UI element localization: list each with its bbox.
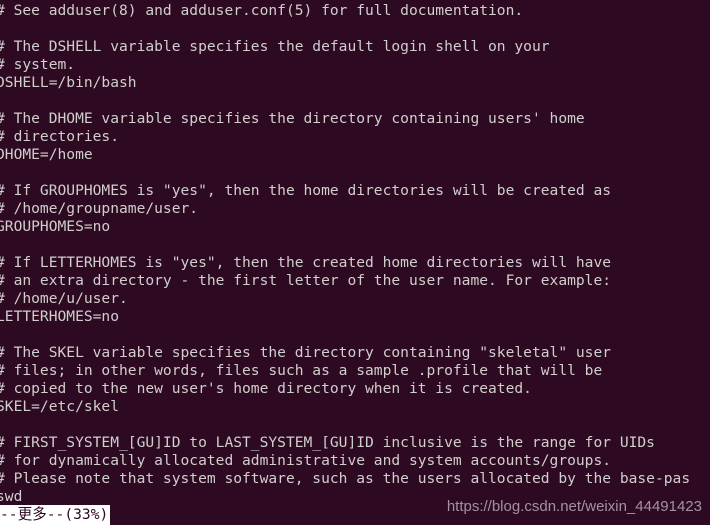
terminal-line: # The DSHELL variable specifies the defa… (0, 38, 550, 55)
terminal-line: # If LETTERHOMES is "yes", then the crea… (0, 254, 612, 271)
terminal-line: GROUPHOMES=no (0, 218, 111, 235)
terminal-line: # directories. (0, 128, 120, 145)
terminal-line: # The SKEL variable specifies the direct… (0, 344, 612, 361)
terminal-line: DSHELL=/bin/bash (0, 74, 137, 91)
terminal-line: # an extra directory - the first letter … (0, 272, 612, 289)
terminal-line: SKEL=/etc/skel (0, 398, 120, 415)
terminal-output: # See adduser(8) and adduser.conf(5) for… (0, 2, 710, 506)
terminal-line: # /home/groupname/user. (0, 200, 199, 217)
terminal-line: DHOME=/home (0, 146, 93, 163)
terminal-line: # files; in other words, files such as a… (0, 362, 603, 379)
terminal-window[interactable]: # See adduser(8) and adduser.conf(5) for… (0, 0, 710, 525)
terminal-line: # The DHOME variable specifies the direc… (0, 110, 585, 127)
terminal-line: # Please note that system software, such… (0, 470, 691, 487)
terminal-line: # See adduser(8) and adduser.conf(5) for… (0, 2, 524, 19)
terminal-line: LETTERHOMES=no (0, 308, 120, 325)
terminal-line: # system. (0, 56, 76, 73)
pager-status-bar[interactable]: --更多--(33%) (0, 505, 111, 525)
terminal-line: swd (0, 488, 23, 505)
terminal-line: # FIRST_SYSTEM_[GU]ID to LAST_SYSTEM_[GU… (0, 434, 655, 451)
terminal-line: # /home/u/user. (0, 290, 128, 307)
terminal-line: # If GROUPHOMES is "yes", then the home … (0, 182, 612, 199)
terminal-line: # copied to the new user's home director… (0, 380, 532, 397)
terminal-line: # for dynamically allocated administrati… (0, 452, 612, 469)
